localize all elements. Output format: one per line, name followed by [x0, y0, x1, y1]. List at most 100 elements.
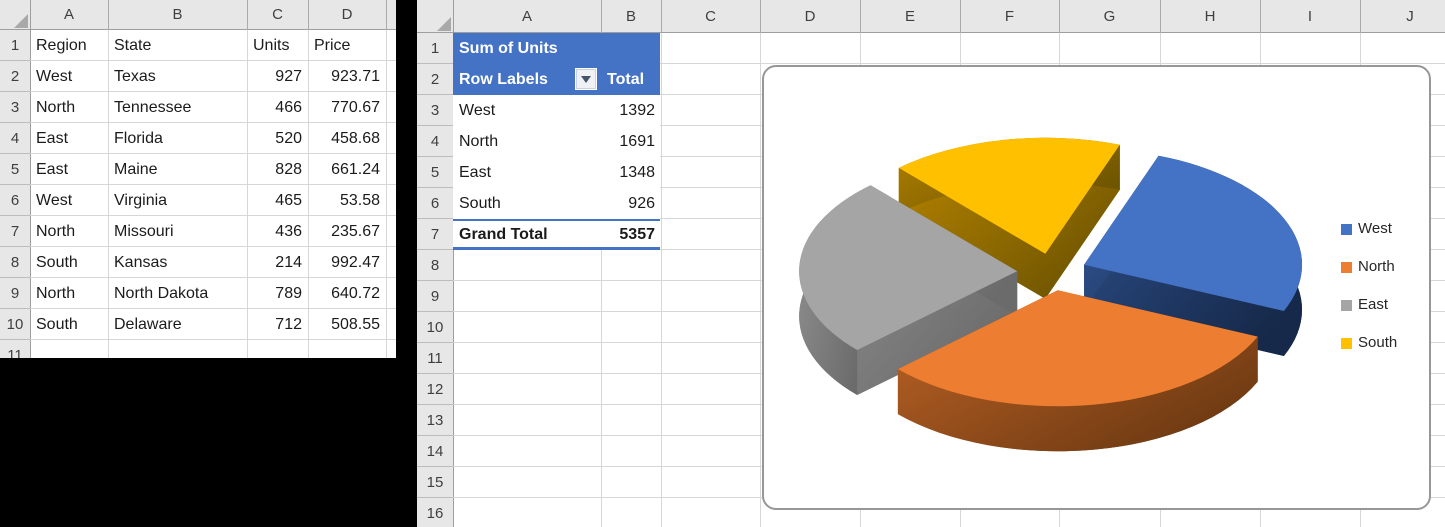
column-header-H[interactable]: H: [1160, 0, 1260, 33]
cell-A10[interactable]: South: [36, 309, 102, 340]
cell-D5[interactable]: 661.24: [314, 154, 380, 185]
cell-C6[interactable]: 465: [253, 185, 302, 216]
row-header-4[interactable]: 4: [0, 123, 30, 154]
row-header-12[interactable]: 12: [417, 374, 453, 405]
pivot-row-value[interactable]: 1348: [537, 157, 655, 188]
cell-D7[interactable]: 235.67: [314, 216, 380, 247]
select-all-corner[interactable]: [0, 0, 30, 30]
cell-C10[interactable]: 712: [253, 309, 302, 340]
pivot-title[interactable]: Sum of Units: [459, 33, 558, 64]
legend-item-south[interactable]: South: [1341, 332, 1397, 354]
pivot-row-value[interactable]: 1691: [537, 126, 655, 157]
column-header-B[interactable]: B: [108, 0, 247, 30]
cell-C4[interactable]: 520: [253, 123, 302, 154]
cell-D6[interactable]: 53.58: [314, 185, 380, 216]
pivot-grand-total-label[interactable]: Grand Total: [459, 219, 548, 250]
row-header-8[interactable]: 8: [0, 247, 30, 278]
cell-C9[interactable]: 789: [253, 278, 302, 309]
row-header-4[interactable]: 4: [417, 126, 453, 157]
cell-B7[interactable]: Missouri: [114, 216, 241, 247]
row-header-3[interactable]: 3: [0, 92, 30, 123]
row-header-10[interactable]: 10: [0, 309, 30, 340]
cell-D3[interactable]: 770.67: [314, 92, 380, 123]
cell-B3[interactable]: Tennessee: [114, 92, 241, 123]
cell-C7[interactable]: 436: [253, 216, 302, 247]
cell-A2[interactable]: West: [36, 61, 102, 92]
row-header-11[interactable]: 11: [417, 343, 453, 374]
cell-A7[interactable]: North: [36, 216, 102, 247]
pivot-row-label[interactable]: South: [459, 188, 501, 219]
row-header-6[interactable]: 6: [417, 188, 453, 219]
cell-C5[interactable]: 828: [253, 154, 302, 185]
row-header-5[interactable]: 5: [417, 157, 453, 188]
cell-D2[interactable]: 923.71: [314, 61, 380, 92]
cell-A4[interactable]: East: [36, 123, 102, 154]
row-header-14[interactable]: 14: [417, 436, 453, 467]
cell-C8[interactable]: 214: [253, 247, 302, 278]
cell-C1[interactable]: Units: [253, 30, 302, 61]
cell-D10[interactable]: 508.55: [314, 309, 380, 340]
cell-A1[interactable]: Region: [36, 30, 102, 61]
pivot-total-header[interactable]: Total: [607, 64, 644, 95]
column-header-C[interactable]: C: [661, 0, 760, 33]
column-header-C[interactable]: C: [247, 0, 308, 30]
column-header-E[interactable]: E: [860, 0, 960, 33]
row-header-13[interactable]: 13: [417, 405, 453, 436]
cell-C2[interactable]: 927: [253, 61, 302, 92]
row-header-1[interactable]: 1: [0, 30, 30, 61]
select-all-corner[interactable]: [417, 0, 453, 33]
cell-D1[interactable]: Price: [314, 30, 380, 61]
row-header-3[interactable]: 3: [417, 95, 453, 126]
column-header-A[interactable]: A: [30, 0, 108, 30]
row-labels-filter-button[interactable]: [575, 68, 597, 90]
legend-item-north[interactable]: North: [1341, 256, 1395, 278]
column-header-A[interactable]: A: [453, 0, 601, 33]
pivot-row-label[interactable]: East: [459, 157, 491, 188]
row-header-15[interactable]: 15: [417, 467, 453, 498]
cell-B1[interactable]: State: [114, 30, 241, 61]
cell-A6[interactable]: West: [36, 185, 102, 216]
pivot-row-labels-header[interactable]: Row Labels: [459, 64, 548, 95]
row-header-16[interactable]: 16: [417, 498, 453, 527]
row-header-2[interactable]: 2: [0, 61, 30, 92]
row-header-7[interactable]: 7: [417, 219, 453, 250]
column-header-D[interactable]: D: [760, 0, 860, 33]
cell-B6[interactable]: Virginia: [114, 185, 241, 216]
pivot-row-label[interactable]: West: [459, 95, 495, 126]
column-header-B[interactable]: B: [601, 0, 661, 33]
cell-A8[interactable]: South: [36, 247, 102, 278]
cell-B9[interactable]: North Dakota: [114, 278, 241, 309]
row-header-7[interactable]: 7: [0, 216, 30, 247]
pivot-row-value[interactable]: 926: [537, 188, 655, 219]
cell-B10[interactable]: Delaware: [114, 309, 241, 340]
cell-A9[interactable]: North: [36, 278, 102, 309]
cell-D9[interactable]: 640.72: [314, 278, 380, 309]
legend-item-west[interactable]: West: [1341, 218, 1392, 240]
column-header-J[interactable]: J: [1360, 0, 1445, 33]
row-header-9[interactable]: 9: [0, 278, 30, 309]
cell-B2[interactable]: Texas: [114, 61, 241, 92]
row-header-5[interactable]: 5: [0, 154, 30, 185]
cell-B8[interactable]: Kansas: [114, 247, 241, 278]
cell-B5[interactable]: Maine: [114, 154, 241, 185]
legend-item-east[interactable]: East: [1341, 294, 1388, 316]
cell-D4[interactable]: 458.68: [314, 123, 380, 154]
column-header-D[interactable]: D: [308, 0, 386, 30]
row-header-6[interactable]: 6: [0, 185, 30, 216]
row-header-2[interactable]: 2: [417, 64, 453, 95]
cell-B4[interactable]: Florida: [114, 123, 241, 154]
column-header-G[interactable]: G: [1059, 0, 1160, 33]
pivot-grand-total-value[interactable]: 5357: [537, 219, 655, 250]
row-header-1[interactable]: 1: [417, 33, 453, 64]
row-header-11[interactable]: 11: [0, 340, 30, 358]
row-header-9[interactable]: 9: [417, 281, 453, 312]
pivot-row-label[interactable]: North: [459, 126, 498, 157]
row-header-10[interactable]: 10: [417, 312, 453, 343]
row-header-8[interactable]: 8: [417, 250, 453, 281]
column-header-F[interactable]: F: [960, 0, 1059, 33]
cell-C3[interactable]: 466: [253, 92, 302, 123]
pie-chart-object[interactable]: West North East South: [762, 65, 1431, 510]
column-header-I[interactable]: I: [1260, 0, 1360, 33]
pivot-row-value[interactable]: 1392: [537, 95, 655, 126]
cell-A5[interactable]: East: [36, 154, 102, 185]
